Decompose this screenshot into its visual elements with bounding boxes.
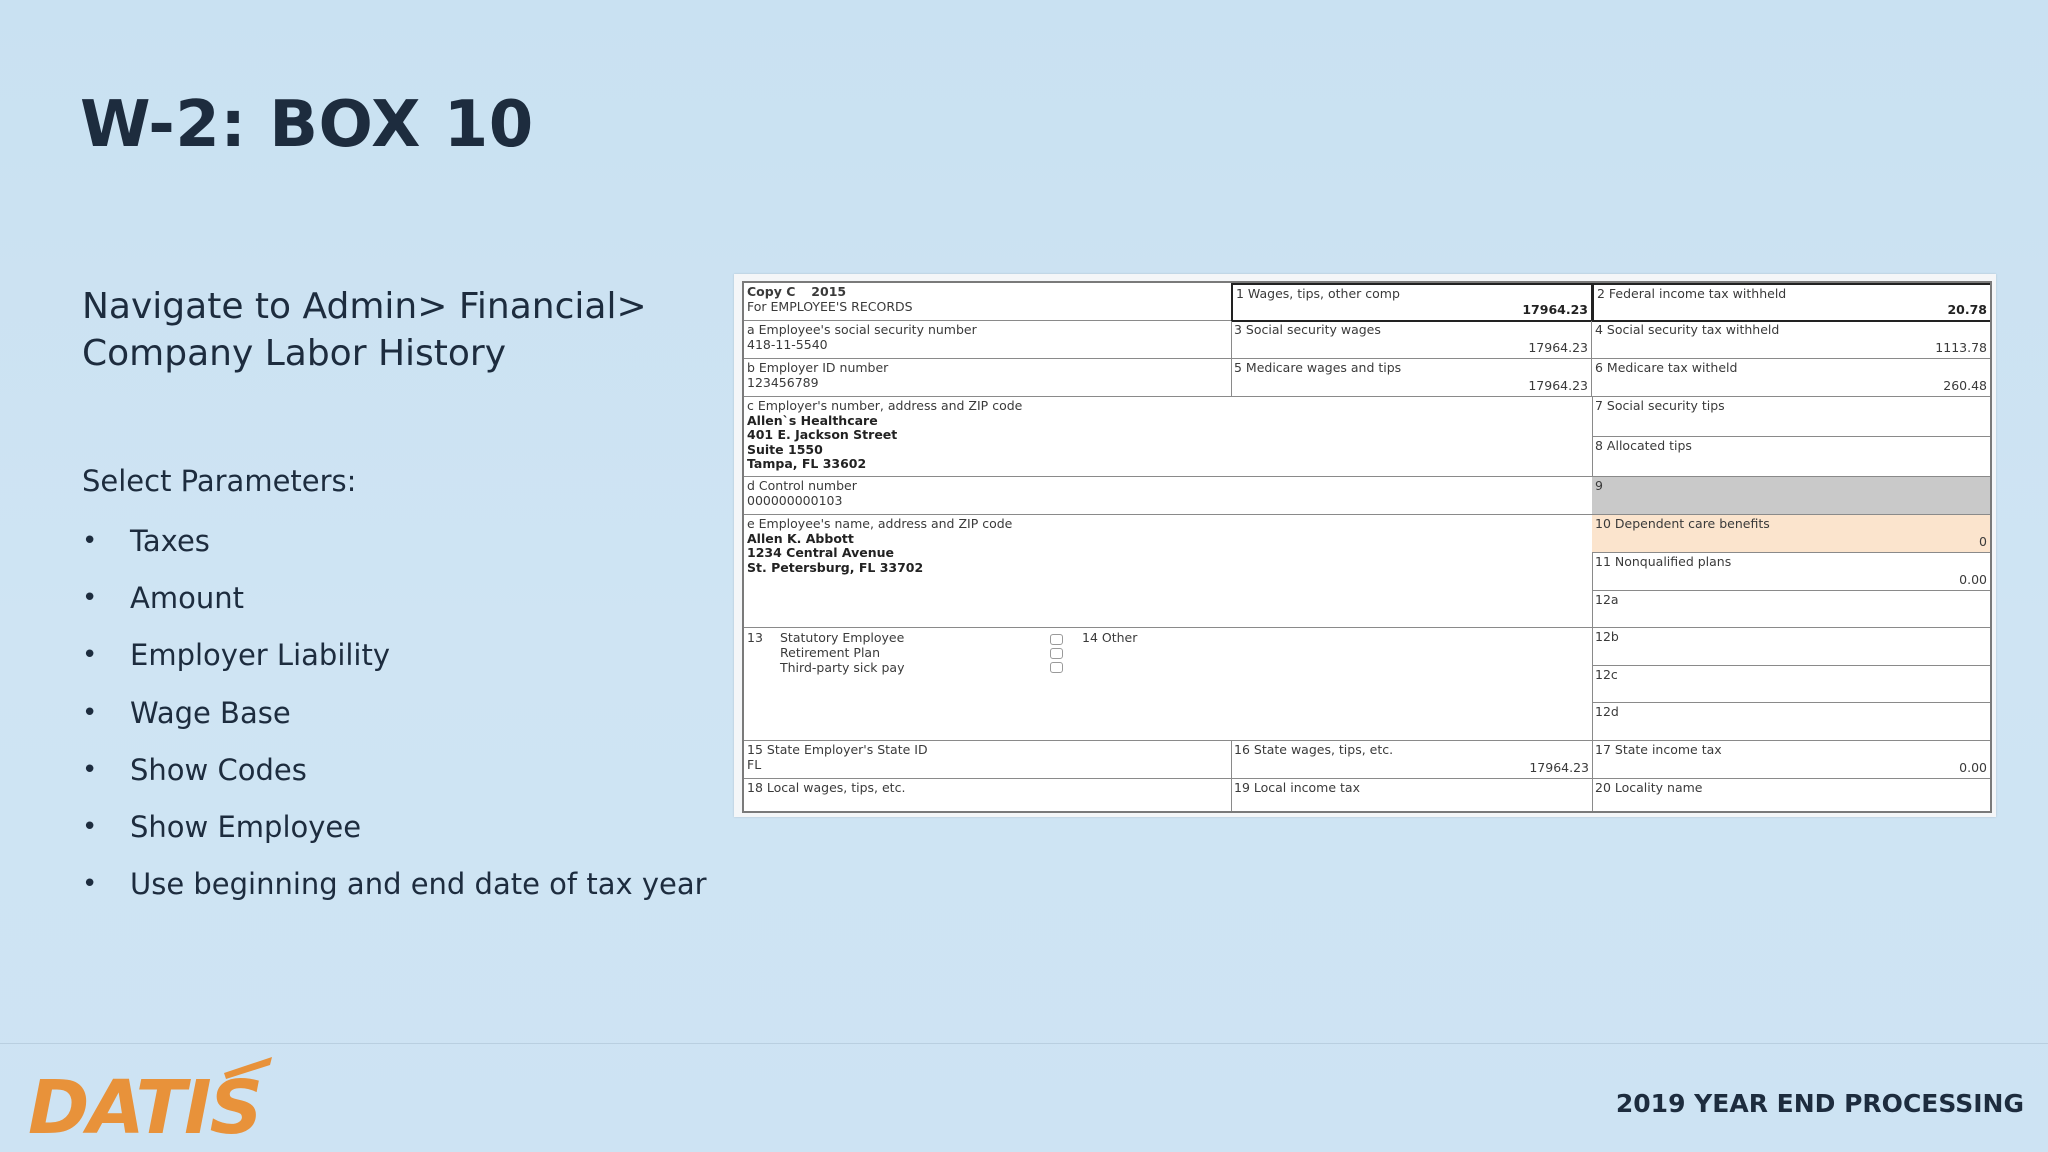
datis-logo: DATIS — [28, 1057, 272, 1140]
bullet-icon: • — [82, 525, 98, 556]
w2-box11: 11 Nonqualified plans 0.00 — [1592, 553, 1990, 591]
statutory-employee-checkbox[interactable] — [1050, 634, 1063, 645]
w2-box16: 16 State wages, tips, etc. 17964.23 — [1231, 741, 1593, 779]
w2-box12b: 12b — [1592, 628, 1990, 666]
w2-year: 2015 — [811, 284, 847, 299]
w2-ssn: 418-11-5540 — [747, 336, 828, 352]
w2-box12d: 12d — [1592, 703, 1990, 741]
w2-box1-value: 17964.23 — [1522, 301, 1588, 317]
w2-box13-14: 13 Statutory Employee Retirement Plan Th… — [744, 628, 1593, 741]
w2-box-a: a Employee's social security number 418-… — [744, 321, 1232, 359]
w2-box12a: 12a — [1592, 591, 1990, 628]
w2-box5: 5 Medicare wages and tips 17964.23 — [1231, 359, 1592, 397]
w2-copy: Copy C — [747, 284, 796, 299]
w2-copy-desc: For EMPLOYEE'S RECORDS — [747, 298, 913, 314]
w2-box9: 9 — [1592, 477, 1990, 515]
param-item: • Employer Liability — [82, 638, 391, 673]
slide-title: W-2: BOX 10 — [80, 88, 534, 162]
w2-box10-highlighted: 10 Dependent care benefits 0 — [1592, 515, 1990, 553]
navigation-instructions: Navigate to Admin> Financial> Company La… — [82, 283, 682, 377]
param-item: • Use beginning and end date of tax year — [82, 867, 707, 902]
w2-box15: 15 State Employer's State ID FL — [744, 741, 1232, 779]
bullet-icon: • — [82, 869, 98, 900]
footer-divider — [0, 1043, 2048, 1044]
param-item: • Amount — [82, 580, 244, 615]
w2-box-d: d Control number 000000000103 — [744, 477, 1593, 515]
w2-box4: 4 Social security tax withheld 1113.78 — [1592, 321, 1990, 359]
retirement-plan-checkbox[interactable] — [1050, 648, 1063, 659]
w2-box6: 6 Medicare tax witheld 260.48 — [1592, 359, 1990, 397]
params-heading: Select Parameters: — [82, 464, 357, 498]
w2-copy-cell: Copy C 2015 For EMPLOYEE'S RECORDS — [744, 283, 1232, 321]
w2-box8: 8 Allocated tips — [1592, 437, 1990, 477]
nav-line-2: Company Labor History — [82, 333, 507, 374]
param-item: • Taxes — [82, 523, 210, 558]
bullet-icon: • — [82, 754, 98, 785]
bullet-icon: • — [82, 640, 98, 671]
w2-box19: 19 Local income tax — [1231, 779, 1593, 811]
w2-box12c: 12c — [1592, 666, 1990, 703]
w2-box-e: e Employee's name, address and ZIP code … — [744, 515, 1593, 628]
nav-line-1: Navigate to Admin> Financial> — [82, 286, 647, 327]
w2-box20: 20 Locality name — [1595, 780, 1703, 795]
third-party-sick-pay-checkbox[interactable] — [1050, 662, 1063, 673]
parameters-list: • Taxes • Amount • Employer Liability • Wage… — [82, 512, 707, 913]
footer-text: 2019 YEAR END PROCESSING — [1615, 1089, 2024, 1118]
param-item: • Show Codes — [82, 752, 307, 787]
w2-box3: 3 Social security wages 17964.23 — [1231, 321, 1592, 359]
bullet-icon: • — [82, 582, 98, 613]
param-item: • Wage Base — [82, 695, 291, 730]
bullet-icon: • — [82, 812, 98, 843]
w2-form: Copy C 2015 For EMPLOYEE'S RECORDS 1 Wag… — [742, 281, 1992, 813]
w2-box2-value: 20.78 — [1947, 301, 1987, 317]
w2-box-c: c Employer's number, address and ZIP cod… — [744, 397, 1593, 477]
w2-box-b: b Employer ID number 123456789 — [744, 359, 1232, 397]
w2-box2: 2 Federal income tax withheld 20.78 — [1592, 283, 1990, 322]
w2-box17: 17 State income tax 0.00 — [1592, 741, 1990, 779]
param-item: • Show Employee — [82, 810, 362, 845]
w2-box7: 7 Social security tips — [1592, 397, 1990, 437]
w2-box1: 1 Wages, tips, other comp 17964.23 — [1231, 283, 1593, 322]
w2-box14: 14 Other — [1082, 630, 1138, 645]
w2-box18: 18 Local wages, tips, etc. — [744, 779, 1232, 811]
bullet-icon: • — [82, 697, 98, 728]
